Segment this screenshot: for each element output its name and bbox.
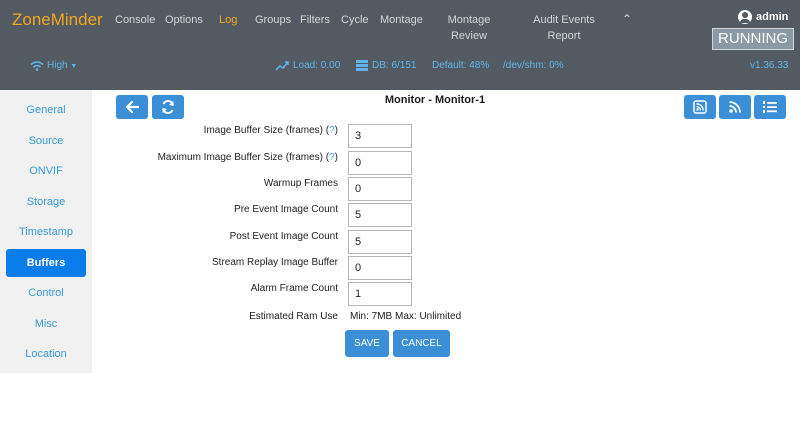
wifi-icon: [30, 61, 44, 71]
tab-timestamp[interactable]: Timestamp: [6, 218, 86, 246]
nav-montage-review-line2: Review: [450, 30, 488, 42]
help-icon[interactable]: ?: [329, 125, 335, 136]
alarm-frame-count-input[interactable]: [348, 282, 412, 306]
back-button[interactable]: [116, 95, 148, 119]
stream-replay-image-buffer-label: Stream Replay Image Buffer: [212, 257, 338, 268]
max-image-buffer-size-label: Maximum Image Buffer Size (frames) (?): [157, 152, 338, 163]
cancel-button[interactable]: CANCEL: [393, 330, 450, 357]
tab-onvif[interactable]: ONVIF: [6, 157, 86, 185]
default-storage-status: Default: 48%: [432, 60, 490, 71]
username: admin: [756, 11, 789, 23]
database-icon: [356, 60, 368, 71]
shm-status: /dev/shm: 0%: [503, 60, 564, 71]
refresh-button[interactable]: [152, 95, 184, 119]
top-navbar: ZoneMinder Console Options Log Groups Fi…: [0, 0, 800, 90]
tab-general[interactable]: General: [6, 96, 86, 124]
warmup-frames-label: Warmup Frames: [263, 178, 338, 189]
arrow-left-icon: [125, 101, 139, 113]
rss-square-icon: [693, 100, 707, 114]
rss-icon: [729, 101, 741, 113]
user-icon: [738, 10, 752, 24]
brand-logo[interactable]: ZoneMinder: [12, 10, 103, 30]
image-buffer-size-text: Image Buffer Size (frames): [203, 125, 323, 136]
nav-groups[interactable]: Groups: [255, 12, 291, 28]
pre-event-image-count-label: Pre Event Image Count: [234, 204, 338, 215]
caret-down-icon: ▼: [70, 63, 78, 70]
tab-control[interactable]: Control: [6, 279, 86, 307]
stream-replay-image-buffer-input[interactable]: [348, 256, 412, 280]
alarm-frame-count-label: Alarm Frame Count: [250, 283, 338, 294]
load-status: Load: 0.00: [293, 60, 341, 71]
image-buffer-size-label: Image Buffer Size (frames) (?): [203, 125, 338, 136]
nav-cycle[interactable]: Cycle: [341, 12, 369, 28]
version-label[interactable]: v1.36.33: [750, 60, 788, 71]
page: ZoneMinder Console Options Log Groups Fi…: [0, 0, 800, 447]
nav-log[interactable]: Log: [219, 12, 237, 28]
run-state-button[interactable]: RUNNING: [712, 28, 794, 50]
image-buffer-size-input[interactable]: [348, 124, 412, 148]
nav-montage[interactable]: Montage: [380, 12, 423, 28]
nav-montage-review-line1: Montage: [447, 14, 491, 26]
max-image-buffer-size-text: Maximum Image Buffer Size (frames): [157, 152, 323, 163]
chart-line-icon: [275, 61, 289, 71]
post-event-image-count-label: Post Event Image Count: [229, 231, 338, 242]
list-button[interactable]: [754, 95, 786, 119]
max-image-buffer-size-input[interactable]: [348, 151, 412, 175]
help-icon[interactable]: ?: [329, 152, 335, 163]
refresh-icon: [162, 100, 174, 114]
warmup-frames-input[interactable]: [348, 177, 412, 201]
chevron-up-icon[interactable]: ⌃: [622, 12, 632, 26]
bandwidth-value: High: [47, 60, 68, 71]
nav-audit-line2: Report: [547, 30, 581, 42]
monitor-tabs-sidebar: General Source ONVIF Storage Timestamp B…: [0, 90, 92, 373]
tab-location[interactable]: Location: [6, 340, 86, 368]
user-menu[interactable]: admin: [738, 10, 788, 24]
bandwidth-dropdown[interactable]: High ▼: [47, 60, 77, 71]
nav-audit-line1: Audit Events: [533, 14, 595, 26]
nav-console[interactable]: Console: [115, 12, 155, 28]
post-event-image-count-input[interactable]: [348, 230, 412, 254]
estimated-ram-use-label: Estimated Ram Use: [249, 311, 338, 322]
rss-button-1[interactable]: [684, 95, 716, 119]
estimated-ram-use-value: Min: 7MB Max: Unlimited: [350, 311, 462, 322]
pre-event-image-count-input[interactable]: [348, 203, 412, 227]
tab-source[interactable]: Source: [6, 127, 86, 155]
nav-audit-events-report[interactable]: Audit Events Report: [528, 12, 600, 44]
save-button[interactable]: SAVE: [345, 330, 389, 357]
list-ol-icon: [763, 101, 777, 113]
nav-montage-review[interactable]: Montage Review: [440, 12, 498, 44]
tab-misc[interactable]: Misc: [6, 310, 86, 338]
tab-storage[interactable]: Storage: [6, 188, 86, 216]
page-title: Monitor - Monitor-1: [384, 94, 486, 106]
rss-button-2[interactable]: [719, 95, 751, 119]
nav-options[interactable]: Options: [165, 12, 203, 28]
nav-filters[interactable]: Filters: [300, 12, 330, 28]
db-status[interactable]: DB: 6/151: [372, 60, 416, 71]
tab-buffers[interactable]: Buffers: [6, 249, 86, 277]
